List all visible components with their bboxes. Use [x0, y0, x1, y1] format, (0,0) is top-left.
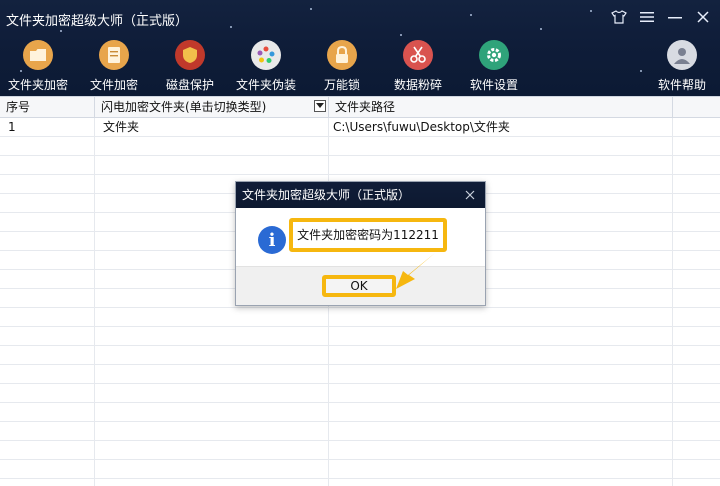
column-header-index[interactable]: 序号: [0, 97, 95, 117]
chevron-down-icon[interactable]: [314, 100, 326, 112]
cell-type: 文件夹: [103, 120, 140, 134]
palette-icon: [251, 40, 281, 70]
dialog-message: 文件夹加密密码为112211: [289, 218, 447, 252]
table-row[interactable]: 1 文件夹 C:\Users\fuwu\Desktop\文件夹: [0, 118, 720, 137]
column-header-path[interactable]: 文件夹路径: [329, 97, 673, 117]
toolbar-help[interactable]: 软件帮助: [647, 40, 717, 93]
table-header: 序号 闪电加密文件夹(单击切换类型) 文件夹路径: [0, 97, 720, 118]
cell-index: 1: [8, 120, 16, 134]
window-controls: [610, 8, 712, 26]
toolbar-label: 磁盘保护: [165, 78, 214, 92]
dialog-close-icon[interactable]: [461, 186, 479, 204]
file-lock-icon: [99, 40, 129, 70]
dialog-title: 文件夹加密超级大师（正式版）: [236, 182, 485, 208]
toolbar-label: 文件加密: [89, 78, 138, 92]
toolbar-label: 软件帮助: [657, 78, 706, 92]
column-header-type-label: 闪电加密文件夹(单击切换类型): [101, 100, 267, 114]
minimize-icon[interactable]: [666, 8, 684, 26]
info-icon: i: [258, 226, 286, 254]
password-dialog: 文件夹加密超级大师（正式版） i 文件夹加密密码为112211 OK: [235, 181, 486, 306]
toolbar-file-encrypt[interactable]: 文件加密: [79, 40, 149, 93]
app-window: 文件夹加密超级大师（正式版） 文件夹加密 文件加密 磁盘保护 文件夹伪装 万能锁…: [0, 0, 720, 486]
shield-icon: [175, 40, 205, 70]
toolbar-label: 软件设置: [469, 78, 518, 92]
toolbar-universal-lock[interactable]: 万能锁: [307, 40, 377, 93]
skin-icon[interactable]: [610, 8, 628, 26]
cell-path: C:\Users\fuwu\Desktop\文件夹: [333, 120, 510, 134]
dialog-footer: OK: [236, 266, 485, 305]
toolbar-data-shred[interactable]: 数据粉碎: [383, 40, 453, 93]
pointer-arrow-icon: [396, 253, 435, 289]
title-bar: 文件夹加密超级大师（正式版） 文件夹加密 文件加密 磁盘保护 文件夹伪装 万能锁…: [0, 0, 720, 96]
toolbar-label: 文件夹伪装: [235, 78, 296, 92]
folder-lock-icon: [23, 40, 53, 70]
app-title: 文件夹加密超级大师（正式版）: [6, 14, 189, 29]
toolbar-disk-protect[interactable]: 磁盘保护: [155, 40, 225, 93]
padlock-icon: [327, 40, 357, 70]
scissors-icon: [403, 40, 433, 70]
close-icon[interactable]: [694, 8, 712, 26]
user-avatar-icon: [667, 40, 697, 70]
toolbar-settings[interactable]: 软件设置: [459, 40, 529, 93]
toolbar-label: 文件夹加密: [7, 78, 68, 92]
column-header-type[interactable]: 闪电加密文件夹(单击切换类型): [95, 97, 329, 117]
toolbar: 文件夹加密 文件加密 磁盘保护 文件夹伪装 万能锁 数据粉碎 软件设置 软件帮助: [0, 40, 720, 94]
toolbar-label: 数据粉碎: [393, 78, 442, 92]
gear-icon: [479, 40, 509, 70]
dialog-body: i 文件夹加密密码为112211: [236, 208, 485, 266]
ok-button[interactable]: OK: [322, 275, 396, 297]
toolbar-label: 万能锁: [323, 78, 360, 92]
menu-icon[interactable]: [638, 8, 656, 26]
toolbar-folder-disguise[interactable]: 文件夹伪装: [231, 40, 301, 93]
toolbar-folder-encrypt[interactable]: 文件夹加密: [3, 40, 73, 93]
